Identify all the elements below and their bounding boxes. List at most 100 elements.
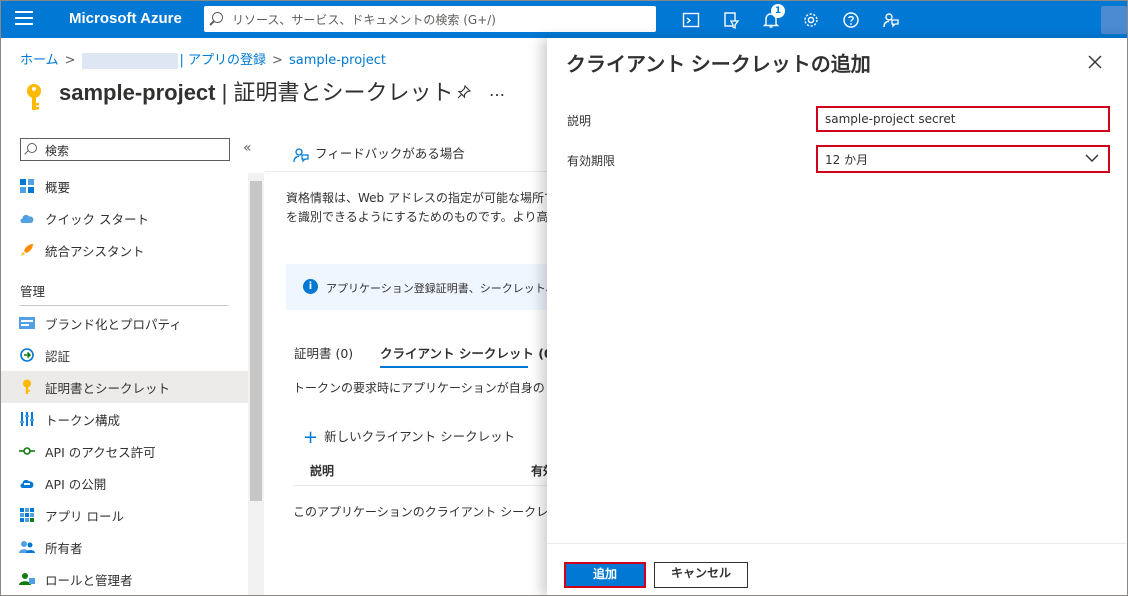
tab-client-secrets[interactable]: クライアント シークレット (0) <box>380 343 547 362</box>
expiry-select[interactable]: 12 か月 <box>816 145 1110 173</box>
breadcrumb-home[interactable]: ホーム <box>20 53 59 68</box>
new-client-secret-button[interactable]: + 新しいクライアント シークレット <box>303 426 515 448</box>
sidebar-item-label: 証明書とシークレット <box>45 380 171 396</box>
sidebar-search-input[interactable]: 検索 <box>20 138 230 161</box>
bars-icon <box>19 411 35 427</box>
info-icon: i <box>303 279 318 294</box>
auth-icon <box>19 347 35 363</box>
page-title-section: | 証明書とシークレット <box>215 80 454 105</box>
key-icon <box>27 84 41 110</box>
sidebar-item-label: ロールと管理者 <box>45 572 133 588</box>
window: Microsoft Azure リソース、サービス、ドキュメントの検索 (G+/… <box>0 0 1128 596</box>
grid-icon <box>19 178 35 194</box>
column-header-expiry: 有效 <box>531 464 547 478</box>
description-input-value: sample-project secret <box>825 112 956 126</box>
account-avatar[interactable] <box>1101 6 1127 34</box>
toolbar-divider <box>265 171 547 172</box>
main-content: フィードバックがある場合 資格情報は、Web アドレスの指定が可能な場所で を識… <box>265 131 547 595</box>
feedback-icon <box>293 147 309 162</box>
sidebar-item-overview[interactable]: 概要 <box>1 170 248 202</box>
empty-state-message: このアプリケーションのクライアント シークレットは作成 <box>293 505 547 519</box>
pin-icon[interactable] <box>457 85 471 99</box>
notifications-icon[interactable]: 1 <box>760 4 785 31</box>
cloud-api-icon <box>19 475 35 491</box>
footer-divider <box>547 543 1127 544</box>
users-icon <box>19 539 35 555</box>
cloud-icon <box>19 210 35 226</box>
sidebar-item-label: トークン構成 <box>45 412 121 428</box>
section-heading-manage: 管理 <box>20 284 46 299</box>
new-client-secret-label: 新しいクライアント シークレット <box>324 429 516 444</box>
table-header-divider <box>293 485 547 486</box>
sidebar-item-label: アプリ ロール <box>45 508 124 524</box>
plus-icon: + <box>303 427 319 448</box>
sidebar-item-branding[interactable]: ブランド化とプロパティ <box>1 307 248 339</box>
rocket-icon <box>19 242 35 258</box>
column-header-description: 説明 <box>310 464 335 478</box>
sidebar-item-label: 概要 <box>45 179 71 195</box>
breadcrumb-separator: > <box>272 53 283 68</box>
feedback-link[interactable]: フィードバックがある場合 <box>293 143 465 163</box>
breadcrumb-project[interactable]: sample-project <box>289 53 386 68</box>
admin-icon <box>19 571 35 587</box>
sidebar-scroll-thumb[interactable] <box>250 181 262 501</box>
section-divider <box>20 305 228 306</box>
credentials-description: 資格情報は、Web アドレスの指定が可能な場所で を識別できるようにするためのも… <box>286 189 547 227</box>
directory-filter-icon[interactable] <box>720 9 742 31</box>
description-label: 説明 <box>567 114 592 128</box>
api-icon <box>19 443 35 459</box>
feedback-label: フィードバックがある場合 <box>315 146 465 161</box>
notification-badge: 1 <box>771 4 785 18</box>
global-search-input[interactable]: リソース、サービス、ドキュメントの検索 (G+/) <box>204 6 656 32</box>
sidebar-item-token-configuration[interactable]: トークン構成 <box>1 403 248 435</box>
sidebar-item-expose-api[interactable]: API の公開 <box>1 467 248 499</box>
close-icon[interactable] <box>1085 52 1105 72</box>
tab-certificates[interactable]: 証明書 (0) <box>294 343 353 362</box>
description-input[interactable]: sample-project secret <box>816 106 1110 132</box>
card-icon <box>19 315 35 331</box>
sidebar-item-label: 所有者 <box>45 540 83 556</box>
more-options-icon[interactable]: … <box>489 81 505 100</box>
cancel-button[interactable]: キャンセル <box>654 562 748 588</box>
sidebar-item-app-roles[interactable]: アプリ ロール <box>1 499 248 531</box>
cloud-shell-icon[interactable] <box>680 9 702 31</box>
search-icon <box>27 143 37 153</box>
sidebar-item-label: API の公開 <box>45 476 107 492</box>
description-line: 資格情報は、Web アドレスの指定が可能な場所で <box>286 191 547 205</box>
sidebar-item-authentication[interactable]: 認証 <box>1 339 248 371</box>
info-banner: i アプリケーション登録証明書、シークレット、フェデ <box>286 264 547 310</box>
page-title-project: sample-project <box>59 80 216 105</box>
help-icon[interactable] <box>840 9 862 31</box>
collapse-sidebar-icon[interactable]: « <box>243 140 252 156</box>
active-tab-indicator <box>380 366 528 368</box>
description-line: を識別できるようにするためのものです。より高いレベ <box>286 210 547 224</box>
sidebar-item-label: 認証 <box>45 348 71 364</box>
sidebar-item-label: 統合アシスタント <box>45 243 145 259</box>
sidebar-item-roles-admins[interactable]: ロールと管理者 <box>1 563 248 595</box>
sidebar-item-certificates-secrets[interactable]: 証明書とシークレット <box>1 371 248 403</box>
feedback-icon[interactable] <box>880 9 902 31</box>
breadcrumb-app-registrations[interactable]: | アプリの登録 <box>180 53 267 68</box>
info-banner-text: アプリケーション登録証明書、シークレット、フェデ <box>326 282 547 295</box>
sidebar-search-placeholder: 検索 <box>45 144 70 158</box>
breadcrumb: ホーム > | アプリの登録 > sample-project <box>20 49 386 69</box>
sidebar: 検索 « 概要 クイック スタート 統合アシスタント 管理 ブランド化とプロパテ… <box>1 131 265 595</box>
key-icon <box>19 379 35 395</box>
client-secret-description: トークンの要求時にアプリケーションが自身の ID を証 <box>293 381 547 395</box>
sidebar-item-label: クイック スタート <box>45 211 149 227</box>
sidebar-scrollbar[interactable] <box>248 173 264 595</box>
sidebar-item-owners[interactable]: 所有者 <box>1 531 248 563</box>
sidebar-item-quickstart[interactable]: クイック スタート <box>1 202 248 234</box>
sidebar-item-integration-assistant[interactable]: 統合アシスタント <box>1 234 248 266</box>
apps-icon <box>19 507 35 523</box>
settings-gear-icon[interactable] <box>800 9 822 31</box>
expiry-select-value: 12 か月 <box>825 153 869 167</box>
menu-icon[interactable] <box>15 11 33 27</box>
brand-name[interactable]: Microsoft Azure <box>69 10 182 27</box>
add-client-secret-panel: クライアント シークレットの追加 説明 sample-project secre… <box>547 38 1127 595</box>
breadcrumb-separator: > <box>64 53 76 68</box>
search-icon <box>212 12 223 23</box>
sidebar-item-api-permissions[interactable]: API のアクセス許可 <box>1 435 248 467</box>
breadcrumb-redacted-tenant[interactable] <box>81 52 178 69</box>
add-button[interactable]: 追加 <box>564 562 646 588</box>
